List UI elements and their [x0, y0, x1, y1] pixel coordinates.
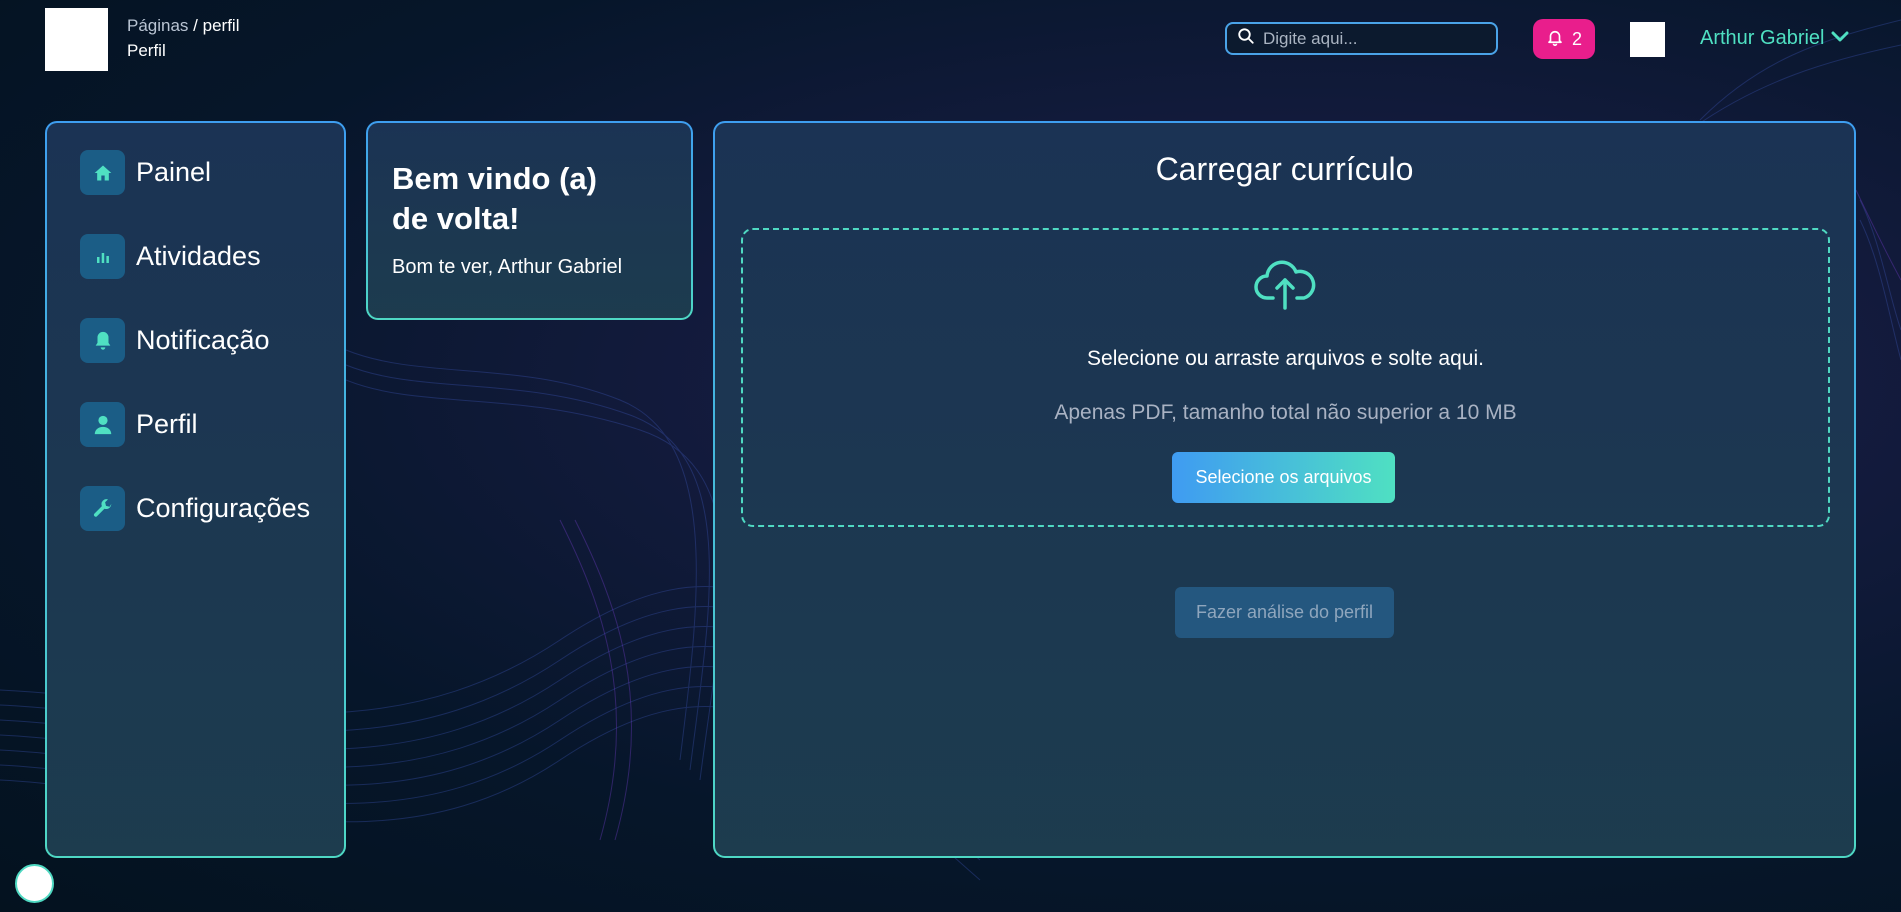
user-icon [80, 402, 125, 447]
user-name: Arthur Gabriel [1700, 27, 1825, 49]
sidebar-item-painel[interactable]: Painel [80, 150, 211, 195]
bell-icon [80, 318, 125, 363]
search-box [1225, 22, 1498, 55]
search-icon [1237, 27, 1255, 50]
sidebar-item-notificacao[interactable]: Notificação [80, 318, 270, 363]
analyze-profile-button[interactable]: Fazer análise do perfil [1175, 587, 1394, 638]
sidebar: Painel Atividades Notificação Perfil Con… [45, 121, 346, 858]
chevron-down-icon [1831, 27, 1849, 50]
dropzone-hint: Apenas PDF, tamanho total não superior a… [1054, 401, 1517, 424]
dropzone-instructions: Selecione ou arraste arquivos e solte aq… [1087, 347, 1484, 370]
user-menu[interactable]: Arthur Gabriel [1700, 27, 1849, 50]
logo-placeholder [45, 8, 108, 71]
bell-icon [1546, 27, 1564, 52]
bar-chart-icon [80, 234, 125, 279]
page-title: Perfil [127, 41, 166, 60]
sidebar-item-label: Atividades [136, 241, 261, 271]
sidebar-item-label: Perfil [136, 409, 198, 439]
home-icon [80, 150, 125, 195]
breadcrumb-root[interactable]: Páginas [127, 16, 188, 35]
search-input[interactable] [1263, 28, 1483, 49]
cloud-upload-icon [1253, 258, 1317, 315]
sidebar-item-label: Configurações [136, 493, 311, 523]
welcome-card: Bem vindo (a) de volta! Bom te ver, Arth… [366, 121, 693, 320]
floating-circle-button[interactable] [15, 864, 54, 903]
welcome-title: Bem vindo (a) de volta! [392, 161, 597, 237]
sidebar-item-perfil[interactable]: Perfil [80, 402, 198, 447]
file-dropzone[interactable]: Selecione ou arraste arquivos e solte aq… [741, 228, 1830, 527]
upload-panel: Carregar currículo Selecione ou arraste … [713, 121, 1856, 858]
breadcrumb: Páginas / perfil [127, 16, 240, 36]
notification-button[interactable]: 2 [1533, 19, 1595, 59]
wrench-icon [80, 486, 125, 531]
notification-count: 2 [1571, 28, 1582, 49]
avatar[interactable] [1630, 22, 1665, 57]
breadcrumb-current: perfil [202, 16, 240, 35]
sidebar-item-label: Notificação [136, 325, 270, 355]
breadcrumb-separator: / [193, 16, 198, 35]
upload-title: Carregar currículo [1155, 151, 1414, 187]
sidebar-item-label: Painel [136, 157, 212, 187]
select-files-button[interactable]: Selecione os arquivos [1172, 452, 1395, 503]
sidebar-item-configuracoes[interactable]: Configurações [80, 486, 310, 531]
welcome-subtitle: Bom te ver, Arthur Gabriel [392, 256, 623, 278]
sidebar-item-atividades[interactable]: Atividades [80, 234, 261, 279]
